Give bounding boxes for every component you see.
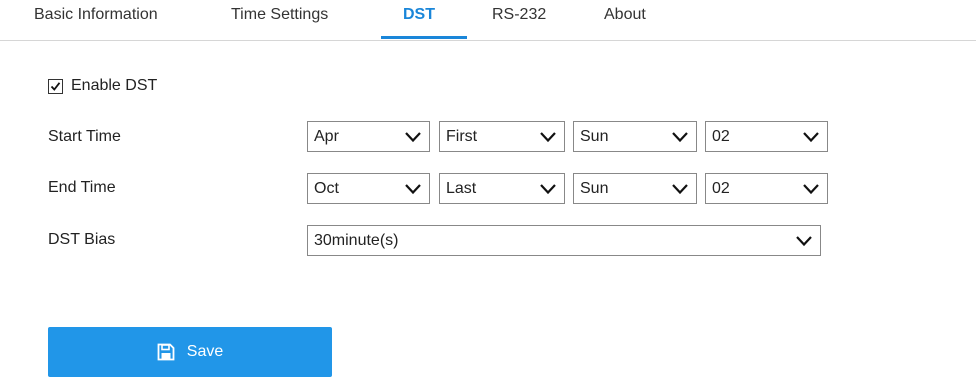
chevron-down-icon	[672, 131, 688, 142]
end-week-value: Last	[446, 179, 477, 197]
checkmark-icon	[50, 81, 61, 91]
chevron-down-icon	[540, 183, 556, 194]
start-hour-value: 02	[712, 127, 730, 145]
save-button[interactable]: Save	[48, 327, 332, 377]
start-month-select[interactable]: Apr	[307, 121, 430, 152]
start-hour-select[interactable]: 02	[705, 121, 828, 152]
end-hour-value: 02	[712, 179, 730, 197]
start-day-select[interactable]: Sun	[573, 121, 697, 152]
chevron-down-icon	[803, 183, 819, 194]
start-day-value: Sun	[580, 127, 609, 145]
dst-bias-value: 30minute(s)	[314, 231, 399, 249]
save-button-label: Save	[186, 343, 224, 360]
chevron-down-icon	[405, 131, 421, 142]
tab-dst[interactable]: DST	[403, 6, 435, 24]
start-week-select[interactable]: First	[439, 121, 565, 152]
tab-about[interactable]: About	[604, 6, 646, 24]
end-day-value: Sun	[580, 179, 609, 197]
end-week-select[interactable]: Last	[439, 173, 565, 204]
end-day-select[interactable]: Sun	[573, 173, 697, 204]
enable-dst-label: Enable DST	[71, 77, 158, 94]
enable-dst-checkbox[interactable]	[48, 78, 63, 94]
enable-dst-row: Enable DST	[48, 77, 157, 95]
dst-bias-label: DST Bias	[48, 231, 116, 248]
start-week-value: First	[446, 127, 478, 145]
active-tab-indicator	[381, 36, 467, 39]
end-hour-select[interactable]: 02	[705, 173, 828, 204]
dst-bias-select[interactable]: 30minute(s)	[307, 225, 821, 256]
tab-time-settings[interactable]: Time Settings	[231, 6, 328, 24]
end-month-select[interactable]: Oct	[307, 173, 430, 204]
chevron-down-icon	[796, 235, 812, 246]
tab-bar: Basic Information Time Settings DST RS-2…	[0, 0, 976, 41]
end-month-value: Oct	[314, 179, 339, 197]
end-time-label: End Time	[48, 179, 116, 196]
start-month-value: Apr	[314, 127, 339, 145]
chevron-down-icon	[803, 131, 819, 142]
save-icon	[157, 343, 175, 361]
start-time-label: Start Time	[48, 128, 121, 145]
tab-basic-information[interactable]: Basic Information	[34, 6, 158, 24]
chevron-down-icon	[672, 183, 688, 194]
tab-rs-232[interactable]: RS-232	[492, 6, 546, 24]
chevron-down-icon	[405, 183, 421, 194]
chevron-down-icon	[540, 131, 556, 142]
